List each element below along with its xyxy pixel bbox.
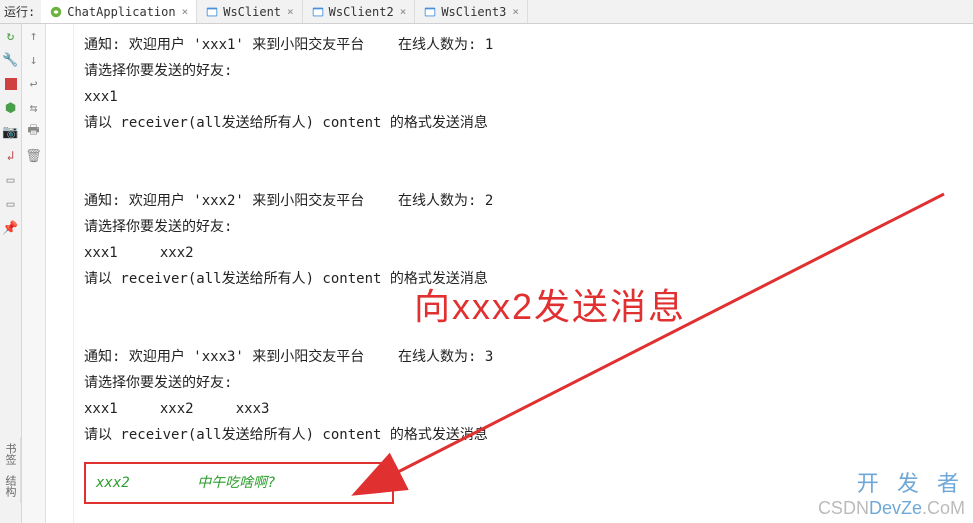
layout-icon[interactable]: ▭	[3, 196, 19, 212]
close-icon[interactable]: ×	[182, 5, 189, 18]
side-tab-structure[interactable]: 结构	[2, 475, 18, 497]
console-line: 请以 receiver(all发送给所有人) content 的格式发送消息	[84, 110, 963, 136]
trash-icon[interactable]: 🗑	[26, 148, 42, 164]
pin-icon[interactable]: 📌	[3, 220, 19, 236]
tab-wsclient2[interactable]: WsClient2 ×	[303, 0, 416, 23]
watermark-line1: 开 发 者	[818, 466, 965, 498]
tab-label: WsClient	[223, 5, 281, 19]
console-line: xxx1 xxx2 xxx3	[84, 396, 963, 422]
console-line: 请选择你要发送的好友:	[84, 370, 963, 396]
wrap2-icon[interactable]: ⇆	[26, 100, 42, 116]
run-label: 运行:	[4, 3, 35, 20]
spring-icon	[49, 5, 63, 19]
console-output[interactable]: 通知: 欢迎用户 'xxx1' 来到小阳交友平台 在线人数为: 1 请选择你要发…	[74, 24, 973, 523]
tab-label: ChatApplication	[67, 5, 175, 19]
main-area: ↻ 🔧 ⬢ 📷 ↲ ▭ ▭ 📌 ↑ ↓ ↩ ⇆ 🖶 🗑 通知: 欢迎用户 'xx…	[0, 24, 973, 523]
tab-wsclient3[interactable]: WsClient3 ×	[415, 0, 528, 23]
down-arrow-icon[interactable]: ↓	[26, 52, 42, 68]
annotation-text: 向xxx2发送消息	[414, 294, 686, 320]
close-icon[interactable]: ×	[512, 5, 519, 18]
watermark: 开 发 者 CSDNDevZe.CoM	[818, 466, 965, 519]
close-icon[interactable]: ×	[400, 5, 407, 18]
console-line: 通知: 欢迎用户 'xxx2' 来到小阳交友平台 在线人数为: 2	[84, 188, 963, 214]
exit-icon[interactable]: ↲	[3, 148, 19, 164]
blank-line	[84, 162, 963, 188]
console-input-highlight: xxx2 中午吃啥啊?	[84, 462, 394, 504]
tab-wsclient[interactable]: WsClient ×	[197, 0, 302, 23]
console-line: 通知: 欢迎用户 'xxx1' 来到小阳交友平台 在线人数为: 1	[84, 32, 963, 58]
up-arrow-icon[interactable]: ↑	[26, 28, 42, 44]
blank-line	[84, 136, 963, 162]
collapse-icon[interactable]: ▭	[3, 172, 19, 188]
bug-icon[interactable]: ⬢	[3, 100, 19, 116]
console-line: xxx1 xxx2	[84, 240, 963, 266]
gutter	[46, 24, 74, 523]
left-toolbar-secondary: ↑ ↓ ↩ ⇆ 🖶 🗑	[22, 24, 46, 523]
side-tab-bookmarks[interactable]: 书签	[2, 443, 18, 465]
console-line: 请以 receiver(all发送给所有人) content 的格式发送消息	[84, 422, 963, 448]
tab-chatapplication[interactable]: ChatApplication ×	[41, 0, 197, 23]
app-icon	[205, 5, 219, 19]
tab-label: WsClient3	[441, 5, 506, 19]
watermark-line2: CSDNDevZe.CoM	[818, 498, 965, 519]
run-tabs-bar: 运行: ChatApplication × WsClient × WsClien…	[0, 0, 973, 24]
console-line: 请选择你要发送的好友:	[84, 214, 963, 240]
input-content: 中午吃啥啊?	[197, 475, 275, 491]
wrench-icon[interactable]: 🔧	[3, 52, 19, 68]
camera-icon[interactable]: 📷	[3, 124, 19, 140]
input-receiver: xxx2	[96, 475, 130, 491]
input-spacer	[138, 475, 189, 491]
app-icon	[423, 5, 437, 19]
console-line: 请选择你要发送的好友:	[84, 58, 963, 84]
console-line: xxx1	[84, 84, 963, 110]
tab-label: WsClient2	[329, 5, 394, 19]
wrap-icon[interactable]: ↩	[26, 76, 42, 92]
close-icon[interactable]: ×	[287, 5, 294, 18]
stop-icon[interactable]	[3, 76, 19, 92]
rerun-icon[interactable]: ↻	[3, 28, 19, 44]
print-icon[interactable]: 🖶	[26, 124, 42, 140]
side-tool-tabs: 书签 结构	[0, 437, 21, 503]
app-icon	[311, 5, 325, 19]
console-line: 通知: 欢迎用户 'xxx3' 来到小阳交友平台 在线人数为: 3	[84, 344, 963, 370]
